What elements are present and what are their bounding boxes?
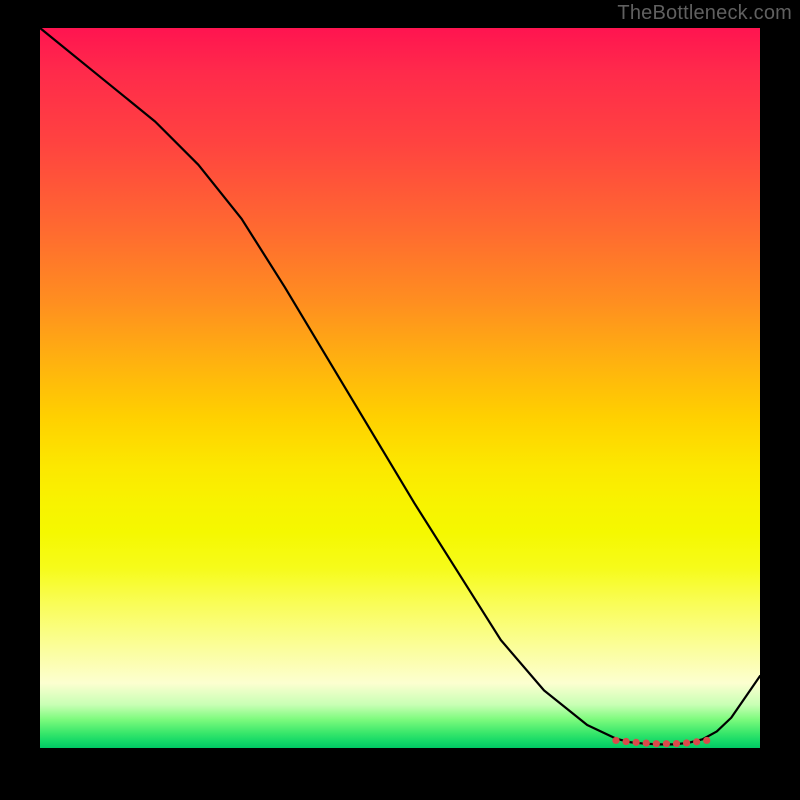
scatter-dot <box>703 737 710 744</box>
scatter-dot <box>653 740 660 747</box>
scatter-dots <box>612 737 710 747</box>
scatter-dot <box>622 738 629 745</box>
line-curve <box>40 28 760 744</box>
scatter-dot <box>663 740 670 747</box>
plot-area <box>40 28 760 748</box>
chart-svg <box>40 28 760 748</box>
scatter-dot <box>612 737 619 744</box>
watermark-text: TheBottleneck.com <box>617 2 792 25</box>
scatter-dot <box>633 739 640 746</box>
scatter-dot <box>643 740 650 747</box>
scatter-dot <box>673 740 680 747</box>
scatter-dot <box>693 738 700 745</box>
frame: TheBottleneck.com <box>0 0 800 800</box>
scatter-dot <box>683 739 690 746</box>
